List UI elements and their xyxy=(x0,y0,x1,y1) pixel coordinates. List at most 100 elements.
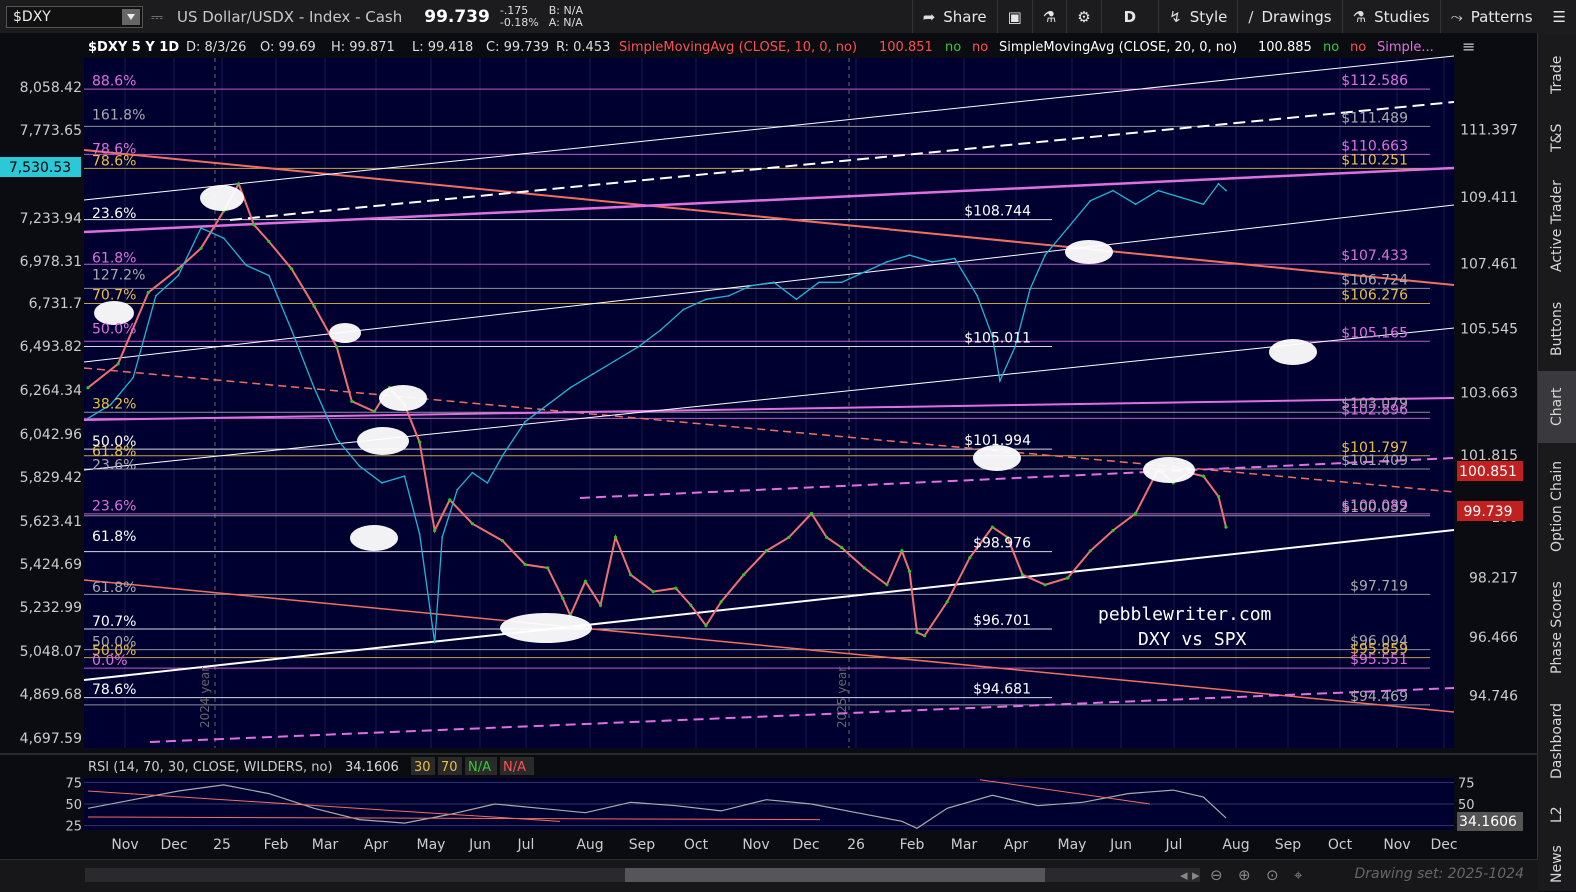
highlight-ellipse xyxy=(1269,339,1317,365)
fib-percent-label: 70.7% xyxy=(92,288,136,304)
highlight-ellipse xyxy=(357,427,409,455)
symbol-text: $DXY xyxy=(13,8,51,25)
tab-phase-scores[interactable]: Phase Scores xyxy=(1538,569,1576,687)
spx-point xyxy=(335,437,338,440)
interval-button[interactable]: D xyxy=(1100,0,1158,33)
x-tick-label: Sep xyxy=(1275,837,1302,853)
spx-point xyxy=(1029,288,1031,290)
tab-buttons[interactable]: Buttons xyxy=(1538,289,1576,369)
fib-percent-label: 23.6% xyxy=(92,458,136,474)
tab-chart[interactable]: Chart xyxy=(1538,371,1576,443)
watermark-site: pebblewriter.com xyxy=(1098,604,1271,625)
tab-time-and-sales[interactable]: T&S xyxy=(1538,113,1576,163)
sma-price-badge: 100.851 xyxy=(1459,464,1517,480)
dxy-point xyxy=(448,498,452,502)
x-tick-label: Jun xyxy=(1109,837,1132,853)
hamburger-icon: ☰ xyxy=(1552,7,1566,26)
dxy-point xyxy=(86,386,90,390)
left-axis-tick: 5,048.07 xyxy=(20,644,82,660)
dxy-point xyxy=(199,246,203,250)
fib-percent-label: 23.6% xyxy=(92,206,136,222)
sma10-label[interactable]: SimpleMovingAvg (CLOSE, 10, 0, no) xyxy=(619,40,857,55)
tab-level2[interactable]: L2 xyxy=(1538,795,1576,835)
sma20-label[interactable]: SimpleMovingAvg (CLOSE, 20, 0, no) xyxy=(999,40,1237,55)
left-axis-tick: 7,233.94 xyxy=(20,211,82,227)
dxy-point xyxy=(372,409,376,414)
tab-option-chain[interactable]: Option Chain xyxy=(1538,447,1576,565)
snapshot-button[interactable]: ▣ xyxy=(996,0,1032,33)
menu-button[interactable]: ☰ xyxy=(1543,0,1576,33)
right-axis-tick: 109.411 xyxy=(1460,190,1518,206)
tab-dashboard[interactable]: Dashboard xyxy=(1538,691,1576,791)
left-axis-tick: 5,424.69 xyxy=(20,557,82,573)
dxy-point xyxy=(1066,576,1070,580)
ask-value: A: N/A xyxy=(548,15,583,29)
spx-point xyxy=(501,454,504,457)
tab-trade[interactable]: Trade xyxy=(1538,41,1576,109)
tab-news[interactable]: News xyxy=(1538,839,1576,889)
dxy-point xyxy=(1224,525,1228,529)
zoom-in-icon[interactable]: ⊕ xyxy=(1238,866,1251,884)
dxy-point xyxy=(289,267,294,271)
pencil-icon: ∕ xyxy=(1248,7,1254,26)
fib-price-label: $101.409 xyxy=(1341,453,1408,469)
chart-area[interactable]: 88.6% 161.8% 78.6% 78.6% 23.6% 61.8% 127.2% 70.… xyxy=(0,33,1538,859)
bid-value: B: N/A xyxy=(548,3,583,17)
dxy-point xyxy=(825,535,829,539)
chevron-down-icon[interactable] xyxy=(122,8,140,25)
style-button[interactable]: ↯ Style xyxy=(1158,0,1237,33)
x-tick-label: May xyxy=(417,837,446,853)
dxy-point xyxy=(176,267,180,271)
dxy-point xyxy=(885,583,889,587)
tab-active-trader[interactable]: Active Trader xyxy=(1538,167,1576,285)
year-marker-2024: 2024 year xyxy=(198,667,212,728)
x-tick-label: Nov xyxy=(742,837,769,853)
scroll-right-icon[interactable]: ◂ xyxy=(1180,866,1188,884)
expand-icon[interactable]: ⌖ xyxy=(1294,866,1302,884)
x-tick-label: 26 xyxy=(847,837,865,853)
spx-point xyxy=(441,536,444,539)
more-studies-label[interactable]: Simple... xyxy=(1377,40,1434,55)
chart-svg[interactable]: 88.6%161.8%78.6%78.6%23.6%61.8%127.2%70.… xyxy=(0,33,1538,859)
collapse-icon[interactable]: ≡ xyxy=(1462,37,1475,56)
time-scrollbar[interactable] xyxy=(85,868,1200,882)
left-axis-tick: 4,869.68 xyxy=(20,687,82,703)
scroll-right-icon-2[interactable]: ▸ xyxy=(1192,866,1200,884)
zoom-reset-icon[interactable]: ⊙ xyxy=(1266,866,1279,884)
dxy-point xyxy=(689,603,693,607)
spx-point xyxy=(132,376,135,379)
right-sidebar: Trade T&S Active Trader Buttons Chart Op… xyxy=(1537,33,1576,891)
studies-label: Studies xyxy=(1374,7,1430,26)
fib-percent-label: 161.8% xyxy=(92,108,145,124)
dxy-point xyxy=(907,569,912,573)
drawings-button[interactable]: ∕ Drawings xyxy=(1237,0,1341,33)
fib-percent-label: 78.6% xyxy=(92,682,136,698)
studies-button[interactable]: ⚗ Studies xyxy=(1341,0,1440,33)
settings-button[interactable]: ⚙ xyxy=(1066,0,1100,33)
rsi-title[interactable]: RSI (14, 70, 30, CLOSE, WILDERS, no) xyxy=(88,760,333,775)
flask-button[interactable]: ⚗ xyxy=(1031,0,1066,33)
fib-price-label: $111.489 xyxy=(1341,110,1408,126)
sma20-value: 100.885 xyxy=(1258,40,1312,55)
share-button[interactable]: ➦ Share xyxy=(911,0,997,33)
dxy-point xyxy=(146,290,150,295)
x-tick-label: Apr xyxy=(1004,837,1028,853)
zoom-out-icon[interactable]: ⊖ xyxy=(1210,866,1223,884)
patterns-button[interactable]: ⤳ Patterns xyxy=(1439,0,1543,33)
rsi-right-tick: 75 xyxy=(1458,776,1475,791)
right-axis-tick: 96.466 xyxy=(1469,630,1518,646)
sma10-flag-2: no xyxy=(972,40,988,55)
link-icon[interactable]: ⎓ xyxy=(151,8,163,26)
x-tick-label: Oct xyxy=(684,837,709,853)
x-tick-label: Jul xyxy=(1165,837,1183,853)
fib-price-label: $106.276 xyxy=(1341,288,1408,304)
symbol-selector[interactable]: $DXY xyxy=(6,5,143,28)
scrollbar-thumb[interactable] xyxy=(625,868,1045,882)
share-icon: ➦ xyxy=(922,7,936,26)
spx-point xyxy=(931,261,933,263)
rsi-left-tick: 50 xyxy=(65,798,82,813)
spx-point xyxy=(795,298,798,301)
rsi-na-red: N/A xyxy=(503,760,526,775)
left-axis-tick: 4,697.59 xyxy=(20,731,82,747)
dxy-point xyxy=(350,399,354,403)
